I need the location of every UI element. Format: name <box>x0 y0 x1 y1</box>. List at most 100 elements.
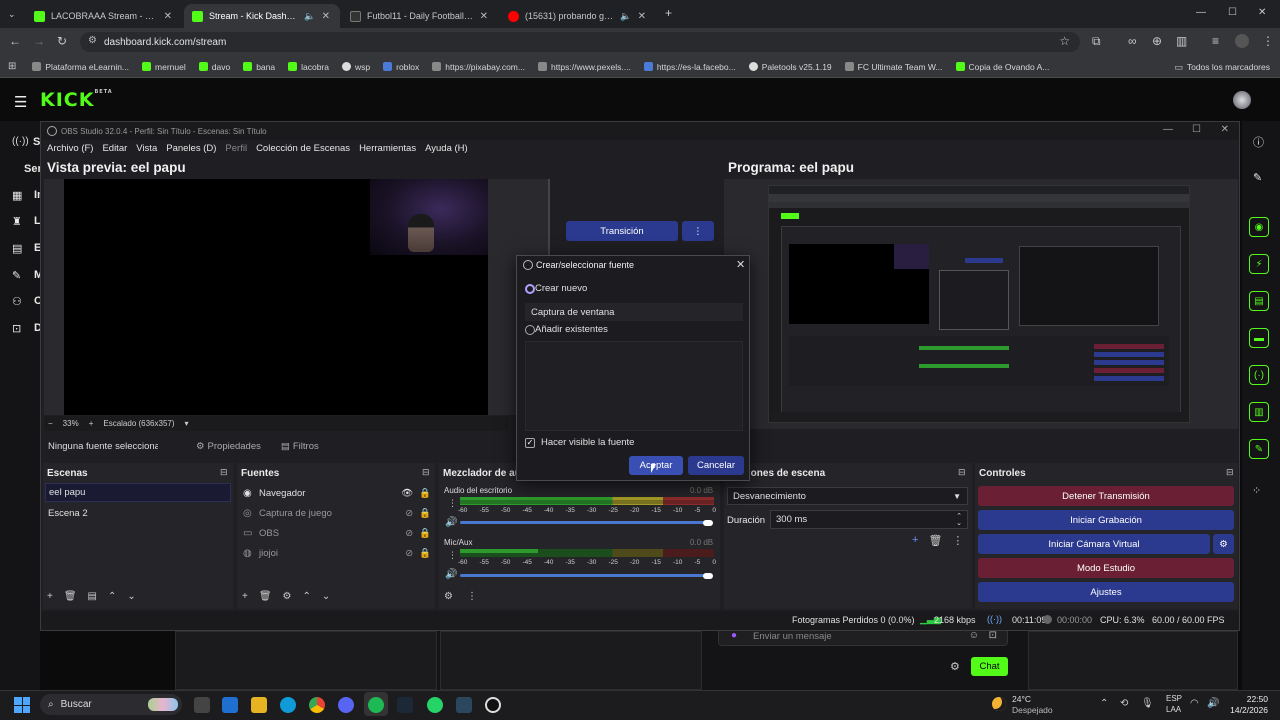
chat-settings-icon[interactable]: ⚙ <box>950 660 960 673</box>
tab-youtube[interactable]: (15631) probando gaseosas 🔈 ✕ <box>500 4 656 28</box>
bookmarks-folder[interactable]: ▭ Todos los marcadores <box>1174 61 1270 73</box>
reload-icon[interactable]: ↻ <box>57 35 67 47</box>
media-icon[interactable]: ≡ <box>1212 35 1219 47</box>
obs-taskbar-icon[interactable] <box>485 697 501 713</box>
taskbar-search[interactable]: ⌕ Buscar <box>40 694 182 715</box>
menu-editar[interactable]: Editar <box>102 143 127 154</box>
store-icon[interactable] <box>222 697 238 713</box>
eye-hidden-icon[interactable]: ⊘ <box>405 528 413 539</box>
start-recording-button[interactable]: Iniciar Grabación <box>978 510 1234 530</box>
close-window-icon[interactable]: ✕ <box>1258 7 1266 19</box>
volume-slider-handle[interactable] <box>703 520 713 526</box>
speaker-icon[interactable]: 🔊 <box>445 517 457 528</box>
steam-icon[interactable] <box>397 697 413 713</box>
add-icon[interactable]: + <box>47 591 53 602</box>
volume-slider-handle[interactable] <box>703 573 713 579</box>
transition-menu-dots-icon[interactable]: ⋮ <box>682 221 714 241</box>
tab-lacobraaa[interactable]: LACOBRAAA Stream - Watch Live ✕ <box>26 4 182 28</box>
emote-icon[interactable]: ● <box>731 630 737 641</box>
visible-checkbox[interactable]: ✓ Hacer visible la fuente <box>525 437 634 448</box>
gear-icon[interactable]: ⚙ <box>196 441 205 452</box>
menu-dots-icon[interactable]: ⋮ <box>467 591 477 602</box>
bolt-icon[interactable]: ⚡ <box>1249 254 1269 274</box>
stepper-icon[interactable]: ⌃ ⌄ <box>956 513 962 527</box>
bookmark-item[interactable]: bana <box>243 62 275 72</box>
zoom-in-icon[interactable]: + <box>89 419 94 428</box>
sidepanel-icon[interactable]: ▥ <box>1176 35 1187 47</box>
arrow-down-icon[interactable]: ⌄ <box>322 591 330 602</box>
address-bar[interactable]: ⚙ dashboard.kick.com/stream ☆ <box>80 32 1080 52</box>
minimize-icon[interactable]: — <box>1196 7 1206 19</box>
lock-icon[interactable]: 🔒 <box>419 528 431 539</box>
edge-icon[interactable] <box>280 697 296 713</box>
volume-slider[interactable] <box>460 521 710 524</box>
eye-hidden-icon[interactable]: ⊘ <box>405 548 413 559</box>
close-icon[interactable]: ✕ <box>638 11 646 22</box>
channel-menu-dots-icon[interactable]: ⋮ <box>448 498 457 509</box>
transition-select[interactable]: Desvanecimiento ▼ <box>727 487 968 505</box>
bookmark-item[interactable]: davo <box>198 62 230 72</box>
new-tab-icon[interactable]: + <box>665 7 672 19</box>
gear-icon[interactable]: ⚙ <box>283 591 292 602</box>
arrow-down-icon[interactable]: ⌄ <box>127 591 135 602</box>
trash-icon[interactable]: 🗑 <box>64 591 77 602</box>
wrench-icon[interactable]: ✎ <box>1249 439 1269 459</box>
arrow-up-icon[interactable]: ⌃ <box>108 591 116 602</box>
zoom-out-icon[interactable]: − <box>48 419 53 428</box>
wrench-icon[interactable]: ✎ <box>12 269 21 282</box>
bookmark-item[interactable]: roblox <box>383 62 419 72</box>
source-name-input[interactable]: Captura de ventana <box>525 303 743 321</box>
user-avatar[interactable] <box>1233 91 1251 109</box>
scene-item[interactable]: eel papu <box>45 483 231 502</box>
chat-bubble-icon[interactable]: ▬ <box>1249 328 1269 348</box>
emoji-icon[interactable]: ☺ <box>969 630 979 641</box>
settings-button[interactable]: Ajustes <box>978 582 1234 602</box>
bookmark-item[interactable]: FC Ultimate Team W... <box>844 62 943 72</box>
gift-icon[interactable]: ⊡ <box>989 630 997 641</box>
apps-icon[interactable]: ⁘ <box>1252 484 1261 497</box>
create-new-radio[interactable]: Crear nuevo <box>525 283 587 294</box>
volume-icon[interactable]: 🔊 <box>1207 698 1219 709</box>
menu-paneles[interactable]: Paneles (D) <box>166 143 216 154</box>
close-icon[interactable]: ✕ <box>480 11 488 22</box>
add-existing-radio[interactable]: Añadir existentes <box>525 324 608 335</box>
panel-undock-icon[interactable]: ⊟ <box>220 467 228 478</box>
lock-icon[interactable]: 🔒 <box>419 508 431 519</box>
scene-item[interactable]: Escena 2 <box>45 504 231 522</box>
add-icon[interactable]: + <box>912 534 918 547</box>
storage-icon[interactable]: ▥ <box>1249 402 1269 422</box>
panel-undock-icon[interactable]: ⊟ <box>1226 467 1234 478</box>
tab-search-icon[interactable]: ⌄ <box>8 8 16 20</box>
profile-avatar[interactable] <box>1235 34 1249 48</box>
chevron-down-icon[interactable]: ▾ <box>185 419 189 428</box>
document-icon[interactable]: ▤ <box>1249 291 1269 311</box>
spotify-icon[interactable] <box>368 697 384 713</box>
speaker-icon[interactable]: 🔈 <box>620 11 631 22</box>
accept-button[interactable]: Aceptar <box>629 456 683 475</box>
minimize-icon[interactable]: — <box>1163 124 1173 135</box>
stop-stream-button[interactable]: Detener Transmisión <box>978 486 1234 506</box>
broadcast-icon[interactable]: (·) <box>1249 365 1269 385</box>
trophy-icon[interactable]: ♜ <box>12 215 22 228</box>
chrome-icon[interactable] <box>309 697 325 713</box>
link-icon[interactable]: ∞ <box>1128 35 1137 47</box>
info-icon[interactable]: ⓘ <box>1253 134 1264 150</box>
maximize-icon[interactable]: ☐ <box>1228 7 1237 19</box>
task-view-icon[interactable] <box>194 697 210 713</box>
bookmark-item[interactable]: Copia de Ovando A... <box>955 62 1049 72</box>
bookmark-item[interactable]: mernuel <box>142 62 186 72</box>
channel-menu-dots-icon[interactable]: ⋮ <box>448 550 457 561</box>
wifi-icon[interactable]: ◠ <box>1190 698 1199 709</box>
sync-icon[interactable]: ⟲ <box>1120 698 1128 709</box>
source-item[interactable]: ◍ jiojoi ⊘ 🔒 <box>243 545 431 561</box>
bookmark-item[interactable]: wsp <box>342 62 370 72</box>
discord-icon[interactable] <box>338 697 354 713</box>
volume-slider[interactable] <box>460 574 710 577</box>
speaker-icon[interactable]: 🔊 <box>445 569 457 580</box>
bookmark-item[interactable]: https://es-la.facebo... <box>643 62 736 72</box>
close-icon[interactable]: ✕ <box>322 11 330 22</box>
transition-button[interactable]: Transición <box>566 221 678 241</box>
close-icon[interactable]: ✕ <box>1221 124 1229 135</box>
extensions-icon[interactable]: ⧉ <box>1092 35 1101 47</box>
file-explorer-icon[interactable] <box>251 697 267 713</box>
